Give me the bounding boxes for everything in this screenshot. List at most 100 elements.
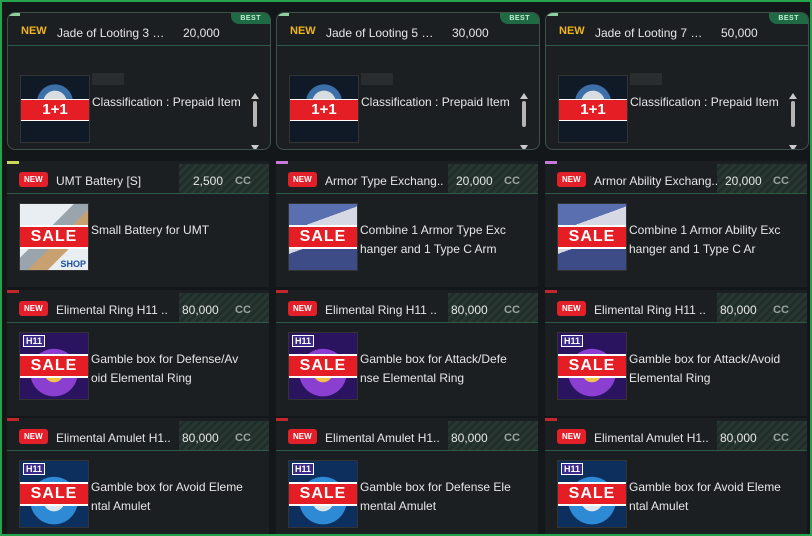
item-price: 80,000 [451, 431, 488, 445]
item-price: 80,000 [720, 303, 757, 317]
new-badge: NEW [557, 172, 586, 187]
item-header: NEW Elimental Ring H11 .. 80,000 CC [545, 293, 807, 323]
divider [545, 322, 807, 323]
divider [277, 45, 539, 46]
divider [8, 45, 270, 46]
currency-label: CC [235, 304, 251, 316]
item-header: NEW Armor Ability Exchang.. 20,000 CC [545, 164, 807, 194]
armor-exchanger-icon: SALE [288, 203, 358, 271]
item-title: Jade of Looting 3 Da.. [57, 26, 172, 40]
elemental-amulet-icon: H11 SALE [557, 460, 627, 528]
h11-tag: H11 [292, 463, 315, 475]
h11-tag: H11 [292, 335, 315, 347]
item-description: Classification : Prepaid Item [630, 95, 779, 109]
shop-mark: SHOP [60, 259, 86, 269]
item-title: Elimental Ring H11 .. [325, 303, 437, 317]
bonus-badge: 1+1 [559, 99, 627, 121]
item-header: NEW Jade of Looting 5 Da.. 30,000 [277, 16, 539, 46]
battery-icon: SALE SHOP [19, 203, 89, 271]
new-badge: NEW [19, 301, 48, 316]
h11-tag: H11 [561, 335, 584, 347]
scroll-thumb[interactable] [522, 101, 526, 127]
divider [545, 450, 807, 451]
shop-item-card[interactable]: NEW Elimental Amulet H1.. 80,000 CC H11 … [276, 418, 538, 534]
item-description: Gamble box for Avoid Elemental Amulet [629, 480, 781, 513]
divider [7, 193, 269, 194]
item-header: NEW Elimental Amulet H1.. 80,000 CC [276, 421, 538, 451]
sale-badge: SALE [289, 354, 357, 378]
shop-item-card[interactable]: NEW Elimental Ring H11 .. 80,000 CC H11 … [545, 290, 807, 416]
shop-item-card[interactable]: NEW Armor Ability Exchang.. 20,000 CC SA… [545, 161, 807, 287]
item-price: 20,000 [456, 174, 493, 188]
shop-item-card[interactable]: NEW Armor Type Exchang.. 20,000 CC SALE … [276, 161, 538, 287]
item-title: Elimental Amulet H1.. [56, 431, 171, 445]
description-scrollbar[interactable] [520, 93, 528, 149]
divider [276, 322, 538, 323]
item-price: 30,000 [452, 26, 489, 40]
scroll-down-icon[interactable] [520, 145, 528, 149]
divider [276, 193, 538, 194]
elemental-ring-icon: H11 SALE [19, 332, 89, 400]
featured-item-card[interactable]: BEST NEW Jade of Looting 5 Da.. 30,000 1… [276, 12, 540, 150]
item-title: Jade of Looting 7 Da.. [595, 26, 710, 40]
item-price: 20,000 [725, 174, 762, 188]
item-description: Classification : Prepaid Item [361, 95, 510, 109]
item-description: Combine 1 Armor Ability Exchanger and 1 … [629, 223, 781, 256]
elemental-ring-icon: H11 SALE [557, 332, 627, 400]
currency-label: CC [773, 175, 789, 187]
item-description: Gamble box for Attack/Defense Elemental … [360, 352, 507, 385]
scroll-thumb[interactable] [791, 101, 795, 127]
scroll-up-icon[interactable] [520, 93, 528, 99]
placeholder-box [630, 73, 662, 85]
jade-disc-icon: 1+1 [558, 75, 628, 143]
item-header: NEW UMT Battery [S] 2,500 CC [7, 164, 269, 194]
item-description: Gamble box for Defense/Avoid Elemental R… [91, 352, 239, 385]
item-description: Classification : Prepaid Item [92, 95, 241, 109]
currency-label: CC [504, 175, 520, 187]
scroll-down-icon[interactable] [251, 145, 259, 149]
sale-badge: SALE [558, 225, 626, 249]
sale-badge: SALE [20, 354, 88, 378]
new-badge: NEW [557, 429, 586, 444]
new-badge: NEW [288, 301, 317, 316]
shop-item-card[interactable]: NEW Elimental Ring H11 .. 80,000 CC H11 … [276, 290, 538, 416]
item-title: Elimental Ring H11 .. [56, 303, 168, 317]
h11-tag: H11 [561, 463, 584, 475]
item-price: 20,000 [183, 26, 220, 40]
featured-item-card[interactable]: BEST NEW Jade of Looting 7 Da.. 50,000 1… [545, 12, 809, 150]
new-badge: NEW [557, 301, 586, 316]
item-description: Combine 1 Armor Type Exchanger and 1 Typ… [360, 223, 506, 256]
divider [545, 193, 807, 194]
item-title: Jade of Looting 5 Da.. [326, 26, 441, 40]
divider [546, 45, 808, 46]
shop-item-card[interactable]: NEW Elimental Ring H11 .. 80,000 CC H11 … [7, 290, 269, 416]
bonus-badge: 1+1 [21, 99, 89, 121]
item-price: 80,000 [182, 431, 219, 445]
new-label: NEW [21, 25, 47, 37]
sale-badge: SALE [20, 482, 88, 506]
sale-badge: SALE [289, 225, 357, 249]
scroll-down-icon[interactable] [789, 145, 797, 149]
shop-item-card[interactable]: NEW UMT Battery [S] 2,500 CC SALE SHOP S… [7, 161, 269, 287]
currency-label: CC [773, 432, 789, 444]
new-badge: NEW [288, 172, 317, 187]
scroll-up-icon[interactable] [251, 93, 259, 99]
shop-item-card[interactable]: NEW Elimental Amulet H1.. 80,000 CC H11 … [545, 418, 807, 534]
description-scrollbar[interactable] [789, 93, 797, 149]
scroll-up-icon[interactable] [789, 93, 797, 99]
description-scrollbar[interactable] [251, 93, 259, 149]
currency-label: CC [504, 304, 520, 316]
item-header: NEW Jade of Looting 7 Da.. 50,000 [546, 16, 808, 46]
h11-tag: H11 [23, 335, 46, 347]
item-header: NEW Elimental Amulet H1.. 80,000 CC [545, 421, 807, 451]
item-title: Elimental Ring H11 .. [594, 303, 706, 317]
shop-item-card[interactable]: NEW Elimental Amulet H1.. 80,000 CC H11 … [7, 418, 269, 534]
bonus-badge: 1+1 [290, 99, 358, 121]
divider [7, 450, 269, 451]
sale-badge: SALE [558, 354, 626, 378]
placeholder-box [92, 73, 124, 85]
item-description: Small Battery for UMT [91, 223, 210, 237]
item-header: NEW Elimental Ring H11 .. 80,000 CC [276, 293, 538, 323]
featured-item-card[interactable]: BEST NEW Jade of Looting 3 Da.. 20,000 1… [7, 12, 271, 150]
scroll-thumb[interactable] [253, 101, 257, 127]
